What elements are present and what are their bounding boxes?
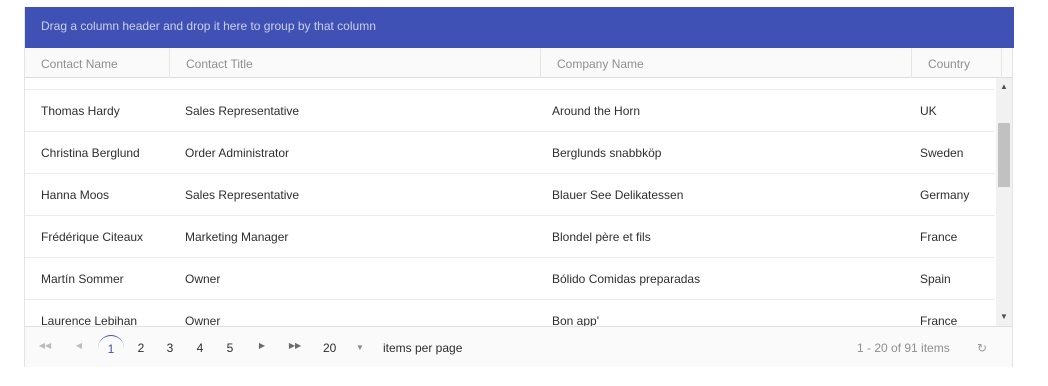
- cell-country: Spain: [920, 272, 951, 286]
- cell-contact-title: Marketing Manager: [185, 230, 289, 244]
- group-drop-hint: Drag a column header and drop it here to…: [41, 19, 376, 33]
- cell-contact-name: Frédérique Citeaux: [41, 230, 144, 244]
- cell-contact-name: Laurence Lebihan: [41, 314, 138, 326]
- column-header-contact-title[interactable]: Contact Title: [170, 48, 541, 78]
- last-page-icon[interactable]: ▶▶: [288, 339, 302, 353]
- cell-contact-name: Thomas Hardy: [41, 104, 120, 118]
- cell-contact-title: Owner: [185, 314, 221, 326]
- cell-contact-name: Christina Berglund: [41, 146, 140, 160]
- table-row[interactable]: Thomas Hardy Sales Representative Around…: [25, 90, 995, 132]
- cell-country: France: [920, 314, 958, 326]
- group-drop-area[interactable]: Drag a column header and drop it here to…: [25, 7, 1014, 48]
- prev-page-icon[interactable]: ◀: [72, 339, 86, 353]
- page-1-button[interactable]: 1: [98, 335, 124, 361]
- scroll-down-icon[interactable]: ▼: [996, 310, 1012, 324]
- cell-contact-title: Order Administrator: [185, 146, 290, 160]
- cell-contact-title: Sales Representative: [185, 104, 300, 118]
- page-2-button[interactable]: 2: [128, 335, 154, 361]
- refresh-icon[interactable]: ↻: [977, 335, 987, 361]
- table-row[interactable]: Laurence Lebihan Owner Bon app' France: [25, 300, 995, 326]
- cell-contact-name: Hanna Moos: [41, 188, 110, 202]
- contacts-grid: Drag a column header and drop it here to…: [24, 7, 1014, 367]
- cell-company-name: Blondel père et fils: [552, 230, 651, 244]
- first-page-icon[interactable]: ◀◀: [38, 339, 52, 353]
- table-row[interactable]: Christina Berglund Order Administrator B…: [25, 132, 995, 174]
- pager: ◀◀ ◀ 1 2 3 4 5 ▶ ▶▶ 20 ▼ items per page …: [25, 326, 1012, 367]
- grid-header: Contact Name Contact Title Company Name …: [25, 48, 1012, 78]
- column-header-company-name[interactable]: Company Name: [541, 48, 912, 78]
- cell-country: UK: [920, 104, 937, 118]
- scrollbar-thumb[interactable]: [998, 123, 1010, 187]
- cell-country: Germany: [920, 188, 970, 202]
- cell-company-name: Around the Horn: [552, 104, 641, 118]
- table-row[interactable]: Martín Sommer Owner Bólido Comidas prepa…: [25, 258, 995, 300]
- cell-company-name: Blauer See Delikatessen: [552, 188, 684, 202]
- cell-company-name: Bon app': [552, 314, 599, 326]
- page-size-dropdown[interactable]: 20 ▼: [323, 335, 371, 361]
- cell-contact-name: Martín Sommer: [41, 272, 124, 286]
- cell-contact-title: Sales Representative: [185, 188, 300, 202]
- chevron-down-icon: ▼: [356, 343, 364, 352]
- table-row[interactable]: Frédérique Citeaux Marketing Manager Blo…: [25, 216, 995, 258]
- items-per-page-label: items per page: [383, 341, 463, 355]
- page-3-button[interactable]: 3: [157, 335, 183, 361]
- next-page-icon[interactable]: ▶: [255, 339, 269, 353]
- page-size-value: 20: [323, 341, 337, 355]
- cell-country: France: [920, 230, 958, 244]
- cell-country: Sweden: [920, 146, 964, 160]
- page-5-button[interactable]: 5: [217, 335, 243, 361]
- pager-info: 1 - 20 of 91 items: [857, 341, 950, 355]
- grid-content: Thomas Hardy Sales Representative Around…: [25, 78, 1012, 326]
- page-4-button[interactable]: 4: [187, 335, 213, 361]
- cell-company-name: Berglunds snabbköp: [552, 146, 662, 160]
- table-row[interactable]: [25, 78, 995, 90]
- column-header-contact-name[interactable]: Contact Name: [25, 48, 170, 78]
- vertical-scrollbar[interactable]: ▲ ▼: [996, 78, 1012, 326]
- scroll-up-icon[interactable]: ▲: [996, 80, 1012, 94]
- column-header-country[interactable]: Country: [912, 48, 1002, 78]
- cell-company-name: Bólido Comidas preparadas: [552, 272, 701, 286]
- cell-contact-title: Owner: [185, 272, 221, 286]
- table-row[interactable]: Hanna Moos Sales Representative Blauer S…: [25, 174, 995, 216]
